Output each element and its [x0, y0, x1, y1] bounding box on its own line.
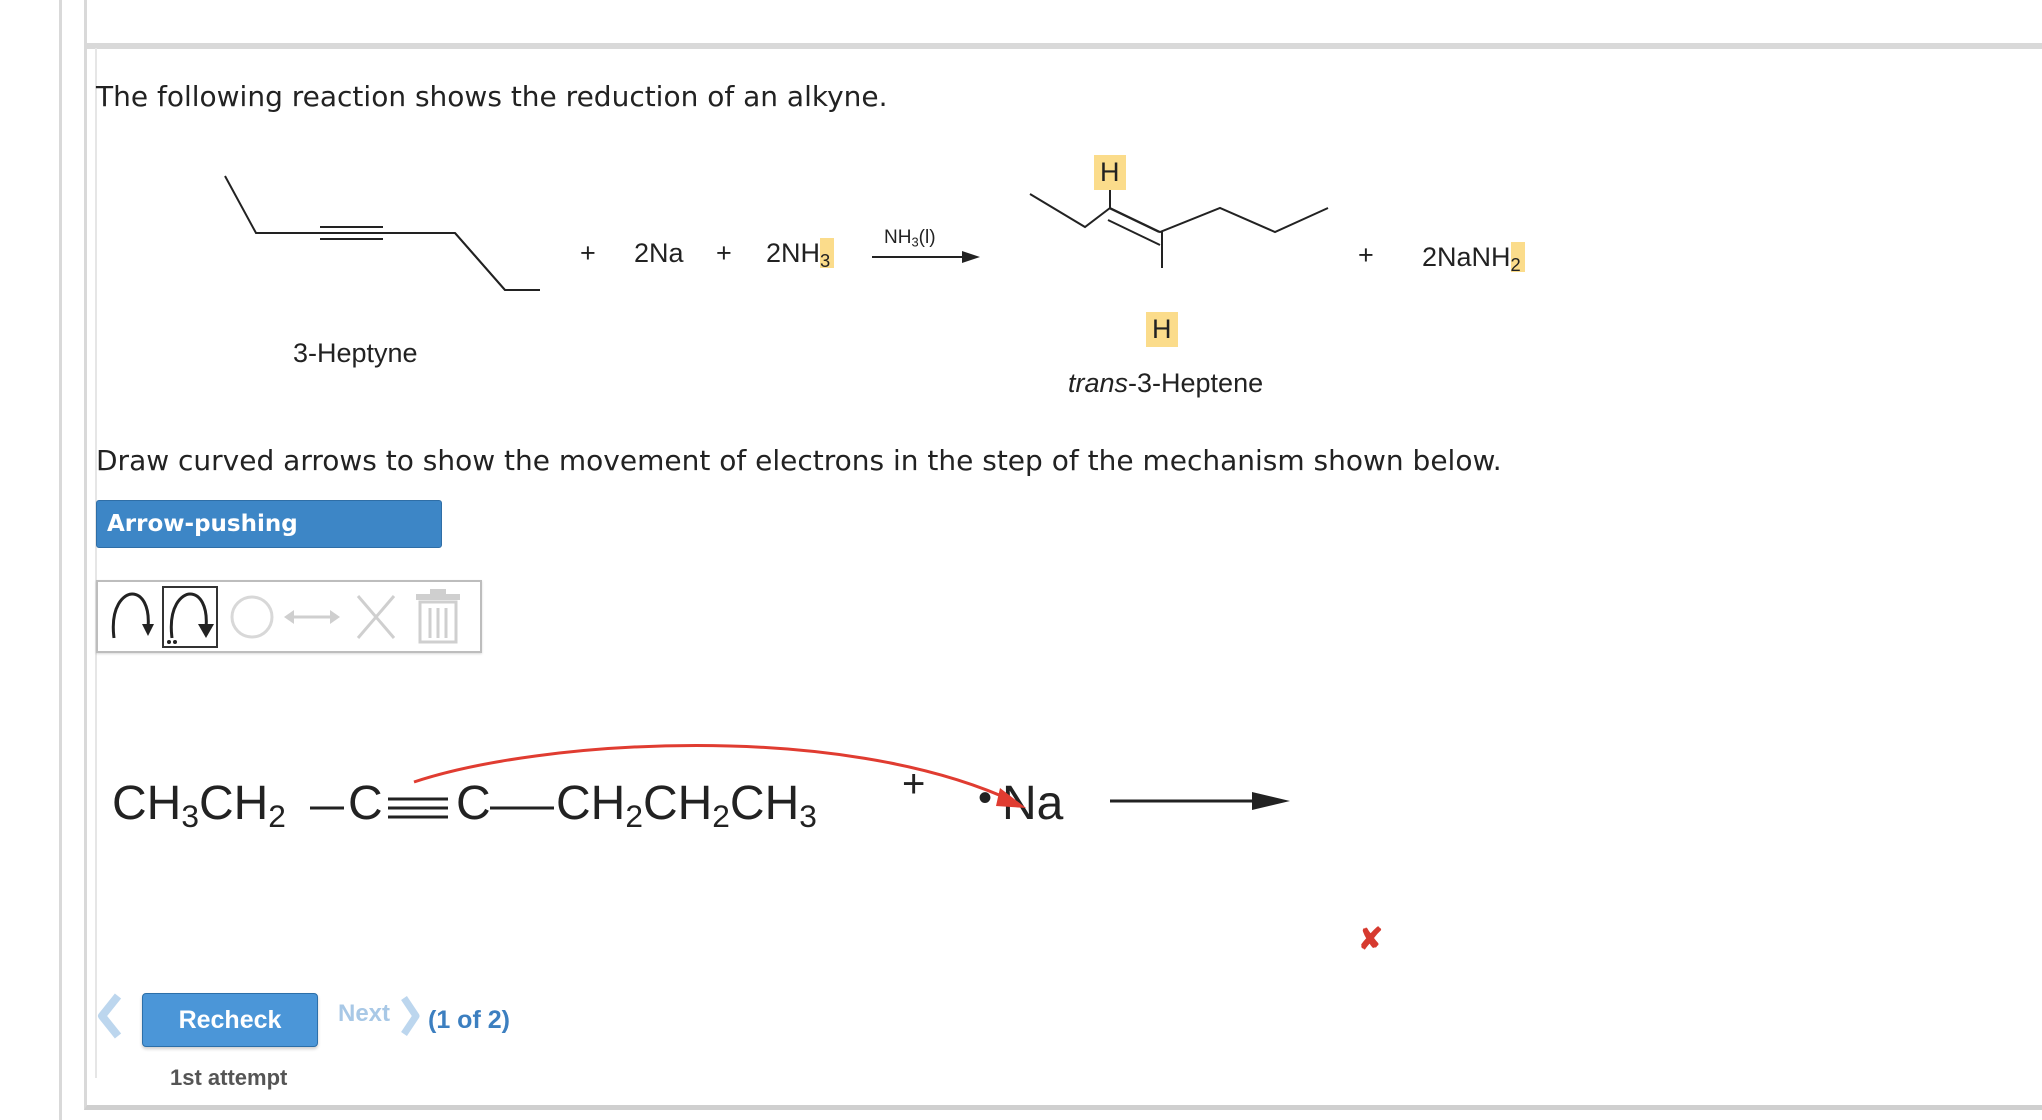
sodium-reagent: 2Na — [634, 238, 684, 268]
alkyne-left-group[interactable]: CH3CH2 — [112, 776, 286, 835]
reaction-arrow — [872, 251, 980, 263]
previous-card — [84, 0, 2042, 46]
hydrogen-bottom: H — [1146, 312, 1178, 347]
instruction-text: Draw curved arrows to show the movement … — [96, 444, 1502, 477]
plus-3: + — [1358, 240, 1374, 270]
plus-1: + — [580, 238, 596, 268]
ring-icon[interactable] — [226, 588, 278, 646]
reaction-condition: NH3(l) — [884, 227, 936, 250]
mechanism-reaction-arrow — [1110, 792, 1290, 810]
next-chevron-icon[interactable] — [398, 994, 422, 1038]
arrow-pushing-instructions-button[interactable]: Arrow-pushing Instructions — [96, 500, 442, 583]
incorrect-x-icon: ✘ — [1358, 923, 1384, 956]
reactant-name: 3-Heptyne — [293, 338, 418, 368]
drawing-toolbar — [96, 580, 482, 653]
product-structure — [1029, 182, 1329, 268]
recheck-button[interactable]: Recheck — [142, 993, 318, 1047]
delete-x-icon[interactable] — [350, 588, 402, 646]
alkyne-carbon-1[interactable]: C — [348, 776, 383, 831]
trash-icon[interactable] — [412, 588, 464, 646]
byproduct: 2NaNH2 — [1422, 242, 1525, 276]
hydrogen-top: H — [1094, 155, 1126, 190]
product-name: trans-3-Heptene — [1068, 368, 1264, 398]
plus-2: + — [716, 238, 732, 268]
single-electron-arrow-icon[interactable] — [106, 588, 158, 646]
reactant-structure — [224, 175, 540, 291]
curved-arrow[interactable] — [400, 726, 1040, 816]
attempt-label: 1st attempt — [170, 1065, 288, 1090]
ammonia-reagent: 2NH3 — [766, 238, 835, 272]
left-gutter — [0, 0, 62, 1120]
previous-chevron-icon[interactable] — [96, 992, 126, 1040]
intro-text: The following reaction shows the reducti… — [96, 80, 888, 113]
resonance-arrow-icon[interactable] — [280, 588, 344, 646]
question-left-rule — [95, 48, 97, 1078]
double-electron-arrow-icon[interactable] — [164, 588, 216, 646]
next-button[interactable]: Next — [338, 1000, 390, 1028]
part-counter: (1 of 2) — [428, 1006, 510, 1034]
